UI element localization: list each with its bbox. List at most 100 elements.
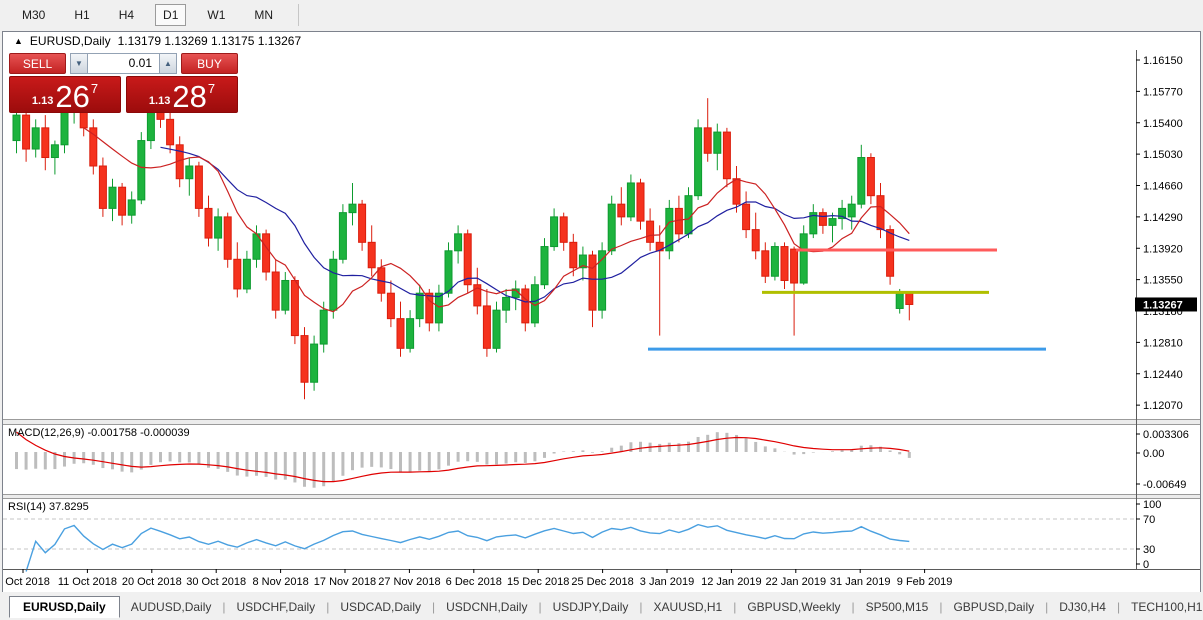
sell-button[interactable]: SELL xyxy=(9,53,66,74)
date-tick-label: 15 Dec 2018 xyxy=(507,576,569,588)
candle-bear xyxy=(195,166,202,208)
timeframe-button-mn[interactable]: MN xyxy=(246,4,281,26)
candle-bear xyxy=(647,221,654,242)
tab-audusd-daily[interactable]: AUDUSD,Daily xyxy=(120,596,223,618)
buy-price-pip: 7 xyxy=(208,81,215,96)
candle-bear xyxy=(877,196,884,230)
price-tick-label: 1.16150 xyxy=(1143,55,1183,67)
buy-price-box[interactable]: 1.13 28 7 xyxy=(126,76,238,113)
candle-bear xyxy=(483,306,490,348)
candle-bull xyxy=(455,234,462,251)
date-tick-label: 2 Oct 2018 xyxy=(3,576,50,588)
candle-bull xyxy=(243,259,250,289)
candle-bear xyxy=(397,319,404,349)
timeframe-button-h1[interactable]: H1 xyxy=(66,4,97,26)
candle-bull xyxy=(685,196,692,234)
symbol-tab-bar: EURUSD,DailyAUDUSD,Daily|USDCHF,Daily|US… xyxy=(0,594,1203,620)
timeframe-button-m30[interactable]: M30 xyxy=(14,4,53,26)
price-tick-label: 1.12070 xyxy=(1143,400,1183,412)
tab-usdcnh-daily[interactable]: USDCNH,Daily xyxy=(435,596,538,618)
date-tick-label: 3 Jan 2019 xyxy=(640,576,694,588)
candle-bear xyxy=(387,293,394,318)
candle-bear xyxy=(781,247,788,281)
candle-bear xyxy=(819,213,826,226)
timeframe-button-d1[interactable]: D1 xyxy=(155,4,186,26)
tab-eurusd-daily[interactable]: EURUSD,Daily xyxy=(9,596,120,618)
candle-bull xyxy=(330,259,337,310)
price-tick-label: 1.15400 xyxy=(1143,118,1183,130)
sell-price-big: 26 xyxy=(55,83,89,110)
candle-bear xyxy=(887,230,894,277)
tab-gbpusd-daily[interactable]: GBPUSD,Daily xyxy=(942,596,1045,618)
candle-bull xyxy=(445,251,452,293)
one-click-trade-panel: SELL ▼ 0.01 ▲ BUY 1.13 26 7 1.13 28 7 xyxy=(9,53,238,113)
lot-decrease-button[interactable]: ▼ xyxy=(70,53,88,74)
candle-bear xyxy=(570,242,577,267)
candle-bull xyxy=(541,247,548,285)
candle-bear xyxy=(119,187,126,215)
date-tick-label: 9 Feb 2019 xyxy=(897,576,953,588)
lot-size-input[interactable]: 0.01 xyxy=(88,53,159,74)
buy-price-prefix: 1.13 xyxy=(149,95,170,107)
candle-bear xyxy=(291,280,298,335)
macd-axis-label: 0.00 xyxy=(1143,448,1164,460)
sell-price-pip: 7 xyxy=(91,81,98,96)
collapse-icon[interactable]: ▲ xyxy=(14,36,23,46)
sell-price-box[interactable]: 1.13 26 7 xyxy=(9,76,121,113)
chart-ohlc-values: 1.13179 1.13269 1.13175 1.13267 xyxy=(118,34,302,48)
candle-bull xyxy=(416,293,423,318)
tab-dj30-h4[interactable]: DJ30,H4 xyxy=(1048,596,1117,618)
tab-usdcad-daily[interactable]: USDCAD,Daily xyxy=(329,596,432,618)
candle-bull xyxy=(503,297,510,310)
candle-bull xyxy=(858,158,865,205)
candle-bear xyxy=(637,183,644,221)
tab-sp500-m15[interactable]: SP500,M15 xyxy=(855,596,940,618)
tab-usdjpy-daily[interactable]: USDJPY,Daily xyxy=(542,596,640,618)
mt4-terminal: { "toolbar": { "timeframes": [ {"label":… xyxy=(0,0,1203,620)
candle-bear xyxy=(234,259,241,289)
candle-bull xyxy=(339,213,346,260)
candle-bull xyxy=(800,234,807,283)
date-tick-label: 11 Oct 2018 xyxy=(58,576,117,588)
price-tick-label: 1.12810 xyxy=(1143,337,1183,349)
chart-canvas[interactable]: 1.161501.157701.154001.150301.146601.142… xyxy=(3,50,1200,597)
timeframe-button-w1[interactable]: W1 xyxy=(199,4,233,26)
date-tick-label: 25 Dec 2018 xyxy=(571,576,633,588)
date-tick-label: 30 Oct 2018 xyxy=(186,576,246,588)
rsi-axis-label: 30 xyxy=(1143,544,1155,556)
candle-bear xyxy=(589,255,596,310)
date-tick-label: 20 Oct 2018 xyxy=(122,576,182,588)
candle-bear xyxy=(42,128,49,158)
candle-bear xyxy=(762,251,769,276)
candle-bull xyxy=(282,280,289,310)
candle-bull xyxy=(320,310,327,344)
tab-usdchf-daily[interactable]: USDCHF,Daily xyxy=(226,596,327,618)
candle-bear xyxy=(224,217,231,259)
tab-xauusd-h1[interactable]: XAUUSD,H1 xyxy=(643,596,734,618)
price-chart-svg[interactable]: 1.161501.157701.154001.150301.146601.142… xyxy=(3,50,1200,592)
candle-bear xyxy=(167,119,174,144)
macd-axis-label: 0.003306 xyxy=(1143,429,1189,441)
candle-bull xyxy=(311,344,318,382)
candle-bull xyxy=(771,247,778,277)
price-tick-label: 1.14660 xyxy=(1143,181,1183,193)
timeframe-button-h4[interactable]: H4 xyxy=(111,4,142,26)
candle-bear xyxy=(205,208,212,238)
tab-gbpusd-weekly[interactable]: GBPUSD,Weekly xyxy=(736,596,851,618)
buy-button[interactable]: BUY xyxy=(181,53,238,74)
date-tick-label: 31 Jan 2019 xyxy=(830,576,891,588)
candle-bull xyxy=(51,145,58,158)
candle-bear xyxy=(464,234,471,285)
candle-bear xyxy=(99,166,106,208)
date-tick-label: 27 Nov 2018 xyxy=(378,576,440,588)
candle-bear xyxy=(906,293,913,304)
candle-bear xyxy=(704,128,711,153)
candle-bull xyxy=(407,319,414,349)
tab-tech100-h1[interactable]: TECH100,H1 xyxy=(1120,596,1203,618)
candle-bull xyxy=(896,293,903,308)
rsi-axis-label: 0 xyxy=(1143,559,1149,571)
buy-price-big: 28 xyxy=(172,83,206,110)
lot-increase-button[interactable]: ▲ xyxy=(159,53,177,74)
macd-indicator-label: MACD(12,26,9) -0.001758 -0.000039 xyxy=(8,427,190,439)
candle-bull xyxy=(138,141,145,200)
